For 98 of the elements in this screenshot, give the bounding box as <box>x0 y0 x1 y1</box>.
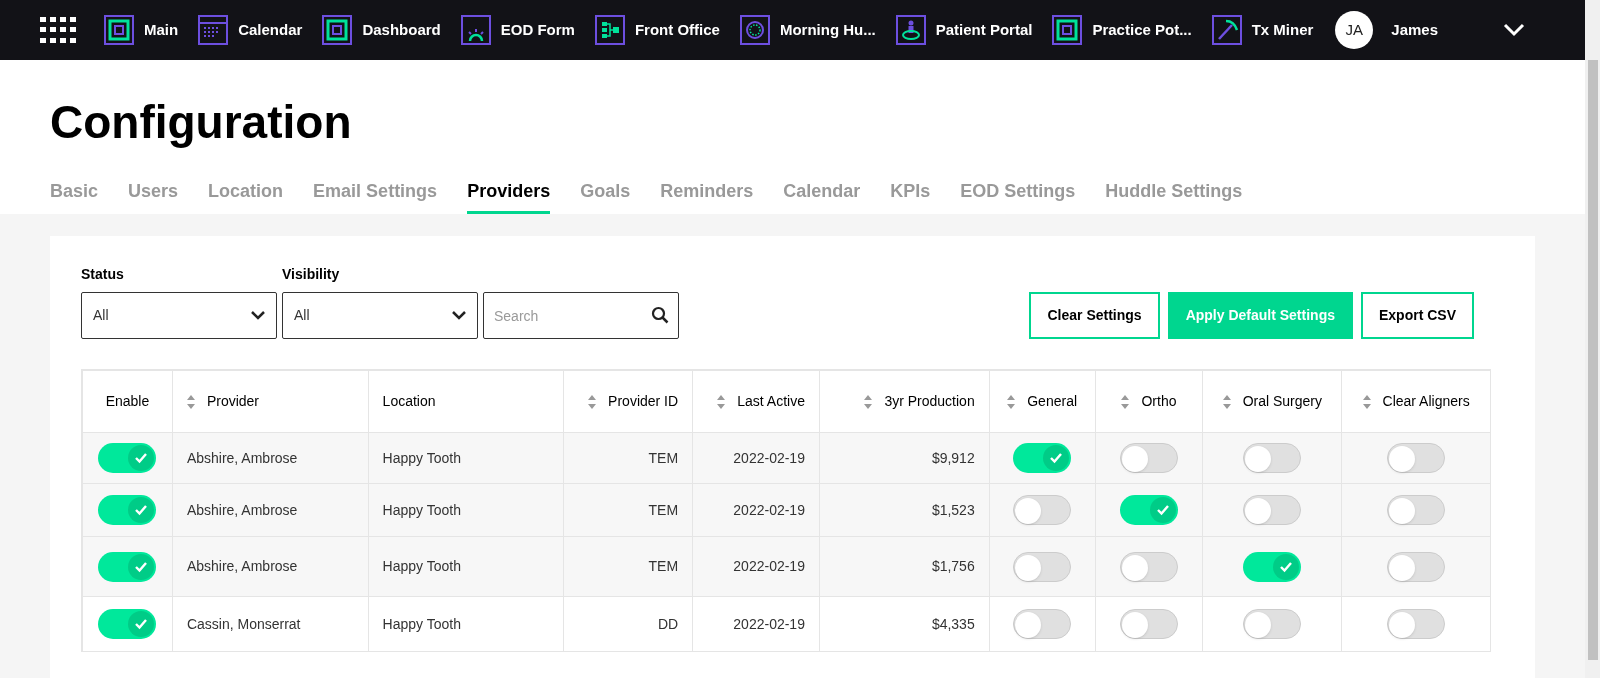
toggle-switch[interactable] <box>1013 443 1072 473</box>
nav-link[interactable]: Main <box>104 15 179 45</box>
toggle-switch[interactable] <box>1120 495 1178 525</box>
toggle-switch[interactable] <box>1013 495 1072 525</box>
search-field[interactable]: Search <box>483 292 679 339</box>
checkmark-icon <box>134 452 149 464</box>
provider-name: Abshire, Ambrose <box>186 557 298 576</box>
production-amount: $9,912 <box>931 448 975 468</box>
toggle-switch[interactable] <box>98 609 157 639</box>
sort-icon[interactable] <box>1121 394 1130 409</box>
location-name: Happy Tooth <box>382 500 461 520</box>
square-frame-icon <box>104 15 134 45</box>
production-amount: $4,335 <box>931 614 975 634</box>
location-name: Happy Tooth <box>382 557 461 576</box>
column-header[interactable]: Provider <box>172 371 369 432</box>
last-active-date: 2022-02-19 <box>733 614 805 634</box>
location-name: Happy Tooth <box>382 448 461 468</box>
production-amount: $1,523 <box>931 500 975 520</box>
sort-icon[interactable] <box>186 394 195 409</box>
last-active-date: 2022-02-19 <box>733 557 805 576</box>
last-active-date: 2022-02-19 <box>733 500 805 520</box>
column-header[interactable]: Provider ID <box>564 371 694 432</box>
toggle-switch[interactable] <box>1387 443 1446 473</box>
sort-icon[interactable] <box>717 394 726 409</box>
nav-link[interactable]: Front Office <box>594 15 720 45</box>
provider-id: DD <box>657 614 679 634</box>
app-grid-icon[interactable] <box>40 17 76 43</box>
checkmark-icon <box>134 618 149 630</box>
checkmark-icon <box>134 504 149 516</box>
toggle-switch[interactable] <box>1387 609 1446 639</box>
provider-id: TEM <box>648 557 679 576</box>
production-amount: $1,756 <box>931 557 975 576</box>
checkmark-icon <box>1279 560 1294 573</box>
nav-link[interactable]: Dashboard <box>322 15 441 45</box>
export-csv-button[interactable]: Export CSV <box>1361 292 1474 339</box>
toggle-switch[interactable] <box>1013 551 1072 582</box>
provider-id: TEM <box>648 500 679 520</box>
sort-icon[interactable] <box>1362 394 1371 409</box>
column-header[interactable]: Oral Surgery <box>1203 371 1343 432</box>
filter-label: Status <box>81 265 125 284</box>
provider-name: Abshire, Ambrose <box>186 500 298 520</box>
tab[interactable]: Providers <box>467 178 551 214</box>
toggle-switch[interactable] <box>1120 443 1178 473</box>
flowchart-icon <box>594 15 625 45</box>
column-header[interactable]: Ortho <box>1095 371 1204 432</box>
sort-icon[interactable] <box>1007 394 1016 409</box>
nav-link[interactable]: EOD Form <box>460 15 575 45</box>
search-icon <box>651 306 669 324</box>
toggle-switch[interactable] <box>98 551 157 582</box>
square-frame-icon <box>322 15 353 45</box>
chevron-down-icon[interactable] <box>1503 23 1525 37</box>
page-title: Configuration <box>50 95 353 150</box>
nav-link[interactable]: Morning Hu... <box>739 15 876 45</box>
nav-link[interactable]: Tx Miner <box>1211 15 1314 45</box>
provider-name: Abshire, Ambrose <box>186 448 298 468</box>
column-header[interactable]: General <box>989 371 1096 432</box>
person-icon <box>895 15 926 45</box>
nav-link[interactable]: Calendar <box>198 15 303 45</box>
provider-name: Cassin, Monserrat <box>186 614 301 634</box>
column-header[interactable]: Location <box>368 371 565 432</box>
column-header[interactable]: Clear Aligners <box>1342 371 1491 432</box>
last-active-date: 2022-02-19 <box>733 448 805 468</box>
clear-settings-button[interactable]: Clear Settings <box>1029 292 1160 339</box>
user-name: James <box>1391 19 1439 40</box>
nav-link[interactable]: Patient Portal <box>895 15 1033 45</box>
sort-icon[interactable] <box>1222 394 1231 409</box>
square-frame-icon <box>1052 15 1083 45</box>
column-header[interactable]: Last Active <box>693 371 820 432</box>
pickaxe-icon <box>1211 15 1242 45</box>
dropdown[interactable]: All <box>81 292 277 339</box>
provider-id: TEM <box>648 448 679 468</box>
column-header[interactable]: 3yr Production <box>819 371 990 432</box>
calendar-icon <box>198 15 229 45</box>
toggle-switch[interactable] <box>1120 551 1178 582</box>
toggle-switch[interactable] <box>98 443 157 473</box>
toggle-switch[interactable] <box>1120 609 1178 639</box>
toggle-switch[interactable] <box>1243 551 1302 582</box>
sunrise-icon <box>460 15 491 45</box>
column-header[interactable]: Enable <box>83 371 173 432</box>
toggle-switch[interactable] <box>1013 609 1072 639</box>
avatar: JA <box>1335 11 1374 49</box>
toggle-switch[interactable] <box>1243 495 1302 525</box>
toggle-switch[interactable] <box>1243 609 1302 639</box>
chevron-down-icon <box>251 311 265 320</box>
location-name: Happy Tooth <box>382 614 461 634</box>
sort-icon[interactable] <box>864 394 873 409</box>
sort-icon[interactable] <box>588 394 597 409</box>
nav-link[interactable]: Practice Pot... <box>1052 15 1192 45</box>
checkmark-icon <box>1156 504 1170 516</box>
filter-label: Visibility <box>282 265 341 284</box>
toggle-switch[interactable] <box>1387 551 1446 582</box>
toggle-switch[interactable] <box>98 495 157 525</box>
toggle-switch[interactable] <box>1243 443 1302 473</box>
checkmark-icon <box>1049 452 1064 464</box>
chevron-down-icon <box>452 311 466 320</box>
dropdown[interactable]: All <box>282 292 478 339</box>
toggle-switch[interactable] <box>1387 495 1446 525</box>
checkmark-icon <box>134 560 149 573</box>
